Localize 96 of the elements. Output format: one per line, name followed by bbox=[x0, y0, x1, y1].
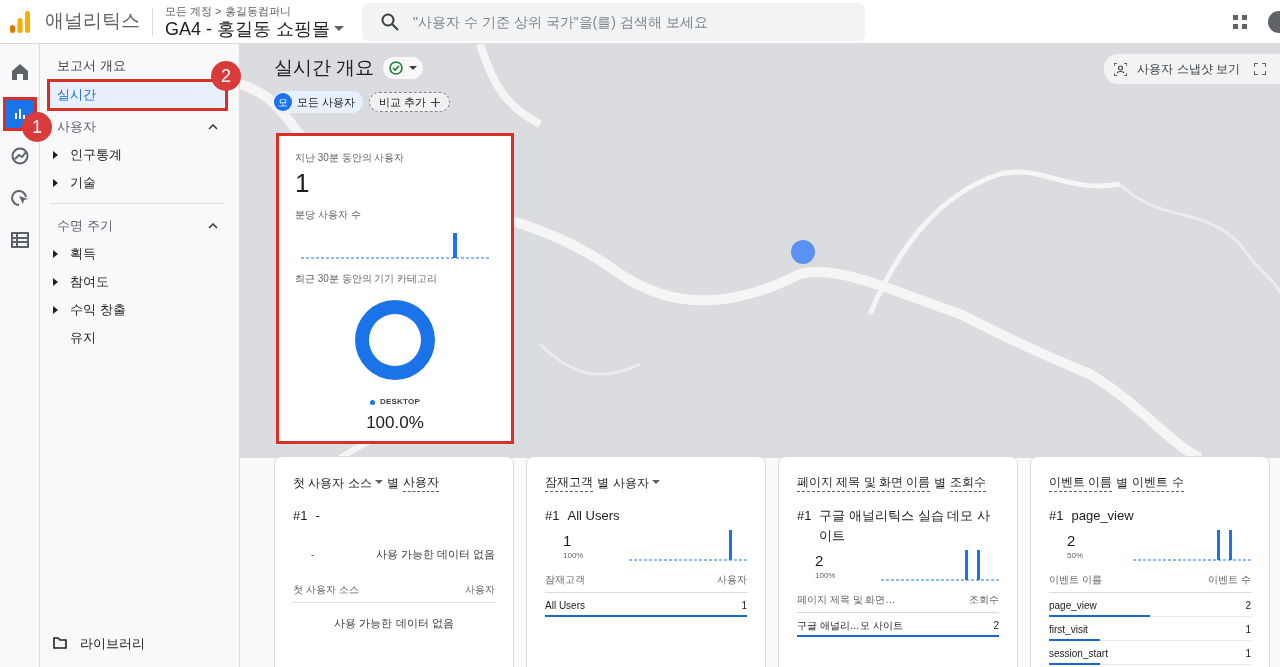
check-circle-icon bbox=[389, 61, 404, 75]
top-item-name: 구글 애널리틱스 실습 데모 사이트 bbox=[819, 507, 991, 545]
top-item-name: page_view bbox=[1071, 507, 1134, 525]
percent-label: 100% bbox=[815, 570, 836, 582]
metric-label: 지난 30분 동안의 사용자 bbox=[295, 151, 405, 165]
card-title-text: 별 bbox=[386, 474, 399, 492]
person-frame-icon bbox=[1114, 62, 1128, 76]
chevron-up-icon bbox=[208, 223, 218, 229]
card-title-term: 이벤트 수 bbox=[1132, 473, 1184, 492]
nav-section-header[interactable]: 사용자 bbox=[50, 113, 225, 141]
card-title-term: 이벤트 이름 bbox=[1049, 473, 1113, 492]
rank-label: #1 bbox=[797, 507, 812, 525]
add-comparison-button[interactable]: 비교 추가 bbox=[369, 92, 451, 112]
card-title-term: 조회수 bbox=[950, 473, 987, 492]
nav-item[interactable]: 참여도 bbox=[70, 272, 109, 292]
rank-label: #1 bbox=[545, 507, 560, 525]
expand-triangle-icon[interactable] bbox=[53, 151, 58, 159]
table-cell-text: page_view bbox=[1049, 599, 1097, 613]
metric-label: 최근 30분 동안의 기기 카테고리 bbox=[295, 272, 438, 286]
fullscreen-icon[interactable] bbox=[1254, 63, 1266, 75]
empty-message: 사용 가능한 데이터 없음 bbox=[333, 616, 455, 631]
nav-item[interactable]: 실시간 bbox=[50, 82, 225, 108]
table-cell-text: 1 bbox=[1245, 623, 1251, 637]
column-header: 사용자 bbox=[717, 573, 747, 587]
metric-value: 1 bbox=[563, 532, 573, 550]
app-name: 애널리틱스 bbox=[45, 9, 140, 34]
chevron-up-icon bbox=[208, 124, 218, 130]
search-field[interactable]: "사용자 수 기준 상위 국가"을(를) 검색해 보세요 bbox=[362, 2, 865, 41]
caret-icon bbox=[374, 480, 383, 485]
analytics-logo-icon bbox=[9, 9, 31, 34]
column-header: 잠재고객 bbox=[545, 573, 585, 587]
expand-triangle-icon[interactable] bbox=[53, 278, 58, 286]
expand-triangle-icon[interactable] bbox=[53, 250, 58, 258]
metric-value: - bbox=[311, 547, 315, 562]
percent-label: 100% bbox=[563, 550, 584, 562]
table-cell-text: All Users bbox=[545, 599, 585, 613]
metric-value: 1 bbox=[295, 167, 310, 199]
property-selector[interactable]: GA4 - 홍길동 쇼핑몰 bbox=[165, 19, 344, 38]
column-header: 이벤트 수 bbox=[1208, 573, 1251, 587]
breadcrumb[interactable]: 모든 계정 > 홍길동컴퍼니 bbox=[165, 5, 344, 17]
expand-triangle-icon[interactable] bbox=[53, 179, 58, 187]
library-link[interactable]: 라이브러리 bbox=[80, 633, 145, 653]
search-icon bbox=[381, 12, 399, 31]
metric-value: 2 bbox=[1067, 532, 1077, 550]
nav-item[interactable]: 보고서 개요 bbox=[50, 53, 133, 79]
empty-message: 사용 가능한 데이터 없음 bbox=[375, 546, 495, 562]
nav-item[interactable]: 수익 창출 bbox=[70, 300, 126, 320]
table-cell-text: 2 bbox=[1245, 599, 1251, 613]
caret-icon bbox=[334, 25, 344, 32]
legend-value: 100.0% bbox=[366, 412, 424, 434]
card-title-text: 별 bbox=[934, 474, 947, 492]
folder-icon bbox=[53, 637, 67, 650]
segment-chip[interactable]: 모 모든 사용자 bbox=[274, 91, 364, 113]
card-title-term: 잠재고객 bbox=[545, 473, 593, 492]
nav-section-header[interactable]: 수명 주기 bbox=[50, 212, 225, 240]
nav-item[interactable]: 인구통계 bbox=[70, 145, 122, 165]
table-cell-text: 1 bbox=[741, 599, 747, 613]
top-item-name: All Users bbox=[567, 507, 620, 525]
caret-icon bbox=[652, 480, 660, 485]
table-list-icon bbox=[9, 230, 30, 250]
column-header: 첫 사용자 소스 bbox=[293, 583, 359, 597]
caret-icon bbox=[409, 65, 418, 71]
card-title-text: 별 bbox=[597, 474, 609, 492]
dimension-dropdown[interactable]: 첫 사용자 소스 bbox=[293, 473, 383, 492]
table-cell-text: 1 bbox=[1245, 647, 1251, 661]
table-cell-text: 2 bbox=[993, 619, 999, 633]
segment-avatar: 모 bbox=[274, 93, 292, 111]
card-title-term: 사용자 bbox=[402, 473, 439, 492]
column-header: 조회수 bbox=[969, 593, 999, 607]
table-cell-text: first_visit bbox=[1049, 623, 1088, 637]
card-title-term: 페이지 제목 및 화면 이름 bbox=[797, 473, 931, 492]
column-header: 페이지 제목 및 화면… bbox=[797, 593, 896, 607]
apps-icon[interactable] bbox=[1232, 13, 1248, 30]
rank-label: #1 bbox=[293, 507, 308, 525]
top-item-name: - bbox=[315, 507, 320, 525]
page-title: 실시간 개요 bbox=[274, 55, 375, 80]
nav-item[interactable]: 획득 bbox=[70, 244, 96, 264]
cursor-target-icon bbox=[9, 188, 30, 208]
rank-label: #1 bbox=[1049, 507, 1064, 525]
metric-value: 2 bbox=[815, 552, 825, 570]
metric-label: 분당 사용자 수 bbox=[295, 208, 361, 222]
plus-icon bbox=[431, 97, 441, 107]
legend-label: DESKTOP bbox=[380, 396, 420, 408]
table-cell-text: session_start bbox=[1049, 647, 1108, 661]
nav-item[interactable]: 유지 bbox=[70, 328, 96, 348]
nav-item[interactable]: 기술 bbox=[70, 173, 96, 193]
card-title-text: 별 bbox=[1116, 474, 1129, 492]
dimension-dropdown[interactable]: 사용자 bbox=[613, 473, 660, 492]
home-icon bbox=[9, 62, 30, 82]
status-dropdown[interactable] bbox=[382, 56, 425, 80]
trend-chart-icon bbox=[9, 146, 30, 166]
column-header: 이벤트 이름 bbox=[1049, 573, 1102, 587]
percent-label: 50% bbox=[1067, 550, 1083, 562]
table-cell-text: 구글 애널리…모 사이트 bbox=[797, 619, 903, 633]
column-header: 사용자 bbox=[465, 583, 495, 597]
expand-triangle-icon[interactable] bbox=[53, 306, 58, 314]
